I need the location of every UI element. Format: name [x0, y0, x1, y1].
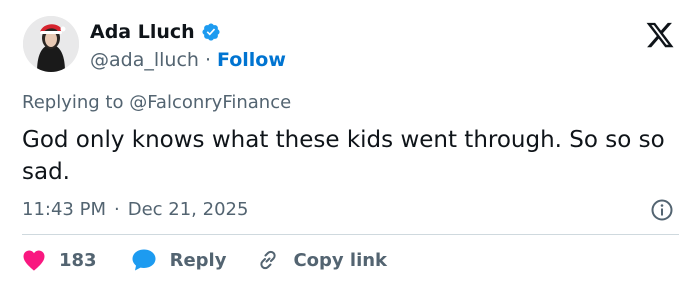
replying-to-line: Replying to @FalconryFinance — [22, 92, 291, 113]
link-icon — [256, 248, 280, 272]
tweet-date: Dec 21, 2025 — [127, 198, 249, 220]
follow-button[interactable]: Follow — [217, 49, 286, 71]
info-icon[interactable] — [650, 198, 674, 222]
verified-badge-icon — [201, 22, 221, 42]
tweet-timestamp[interactable]: 11:43 PM · Dec 21, 2025 — [22, 196, 248, 222]
like-count: 183 — [59, 249, 97, 271]
like-button[interactable]: 183 — [22, 249, 97, 271]
reply-button[interactable]: Reply — [131, 248, 227, 272]
author-handle-row: @ada_lluch · Follow — [90, 47, 286, 73]
separator-dot: · — [113, 198, 120, 220]
divider — [22, 234, 679, 235]
speech-bubble-icon — [131, 248, 157, 272]
avatar[interactable] — [23, 16, 79, 72]
replying-to-mention[interactable]: @FalconryFinance — [129, 92, 291, 113]
reply-label: Reply — [169, 249, 227, 271]
heart-icon — [22, 249, 46, 271]
avatar-image — [23, 16, 79, 72]
copy-link-label: Copy link — [293, 249, 388, 271]
tweet-text: God only knows what these kids went thro… — [22, 127, 665, 185]
author-display-name[interactable]: Ada Lluch — [90, 21, 195, 43]
copy-link-button[interactable]: Copy link — [256, 248, 387, 272]
author-name-row: Ada Lluch — [90, 19, 221, 45]
x-logo-icon[interactable] — [644, 20, 676, 50]
separator-dot: · — [204, 49, 211, 71]
replying-to-prefix: Replying to — [22, 92, 124, 113]
tweet-time: 11:43 PM — [22, 198, 106, 220]
tweet-actions: 183 Reply Copy link — [22, 246, 387, 274]
author-handle[interactable]: @ada_lluch — [90, 49, 199, 71]
